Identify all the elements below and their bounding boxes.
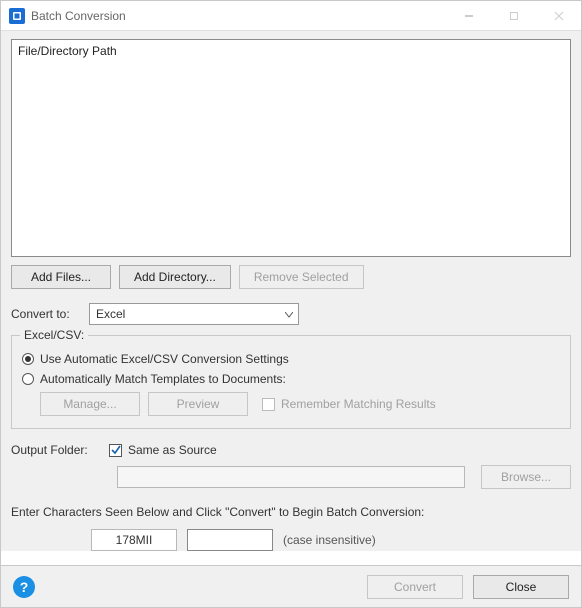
convert-button: Convert — [367, 575, 463, 599]
output-folder-label: Output Folder: — [11, 443, 99, 457]
same-as-source-label: Same as Source — [128, 443, 217, 457]
close-window-button[interactable] — [536, 1, 581, 30]
manage-button: Manage... — [40, 392, 140, 416]
remember-checkbox — [262, 398, 275, 411]
radio-auto-label: Use Automatic Excel/CSV Conversion Setti… — [40, 352, 289, 366]
radio-icon — [22, 373, 34, 385]
remember-label: Remember Matching Results — [281, 397, 436, 411]
remove-selected-button: Remove Selected — [239, 265, 364, 289]
dialog-footer: ? Convert Close — [1, 565, 581, 607]
radio-match-label: Automatically Match Templates to Documen… — [40, 372, 286, 386]
file-list-header: File/Directory Path — [18, 44, 564, 58]
help-icon[interactable]: ? — [13, 576, 35, 598]
same-as-source-checkbox[interactable] — [109, 444, 122, 457]
excel-csv-group: Excel/CSV: Use Automatic Excel/CSV Conve… — [11, 335, 571, 429]
template-buttons-row: Manage... Preview Remember Matching Resu… — [40, 392, 560, 416]
output-folder-row: Output Folder: Same as Source — [11, 443, 571, 457]
window-title: Batch Conversion — [31, 9, 446, 23]
radio-match-templates[interactable]: Automatically Match Templates to Documen… — [22, 372, 560, 386]
captcha-code: 178MII — [91, 529, 177, 551]
close-button[interactable]: Close — [473, 575, 569, 599]
file-list[interactable]: File/Directory Path — [11, 39, 571, 257]
preview-button: Preview — [148, 392, 248, 416]
convert-to-row: Convert to: Excel — [11, 303, 571, 325]
excel-csv-legend: Excel/CSV: — [20, 328, 88, 342]
convert-to-value: Excel — [96, 307, 125, 321]
output-path-row: Browse... — [117, 465, 571, 489]
radio-auto-settings[interactable]: Use Automatic Excel/CSV Conversion Setti… — [22, 352, 560, 366]
maximize-button[interactable] — [491, 1, 536, 30]
add-directory-button[interactable]: Add Directory... — [119, 265, 231, 289]
radio-icon — [22, 353, 34, 365]
chevron-down-icon — [285, 307, 293, 321]
convert-to-select[interactable]: Excel — [89, 303, 299, 325]
output-path-input — [117, 466, 465, 488]
convert-to-label: Convert to: — [11, 307, 81, 321]
captcha-input[interactable] — [187, 529, 273, 551]
window-controls — [446, 1, 581, 30]
same-as-source-checkbox-row[interactable]: Same as Source — [109, 443, 217, 457]
captcha-row: 178MII (case insensitive) — [91, 529, 571, 551]
captcha-instruction: Enter Characters Seen Below and Click "C… — [11, 505, 571, 519]
captcha-hint: (case insensitive) — [283, 533, 376, 547]
app-icon — [9, 8, 25, 24]
dialog-content: File/Directory Path Add Files... Add Dir… — [1, 31, 581, 551]
titlebar: Batch Conversion — [1, 1, 581, 31]
minimize-button[interactable] — [446, 1, 491, 30]
file-buttons-row: Add Files... Add Directory... Remove Sel… — [11, 265, 571, 289]
browse-button: Browse... — [481, 465, 571, 489]
add-files-button[interactable]: Add Files... — [11, 265, 111, 289]
